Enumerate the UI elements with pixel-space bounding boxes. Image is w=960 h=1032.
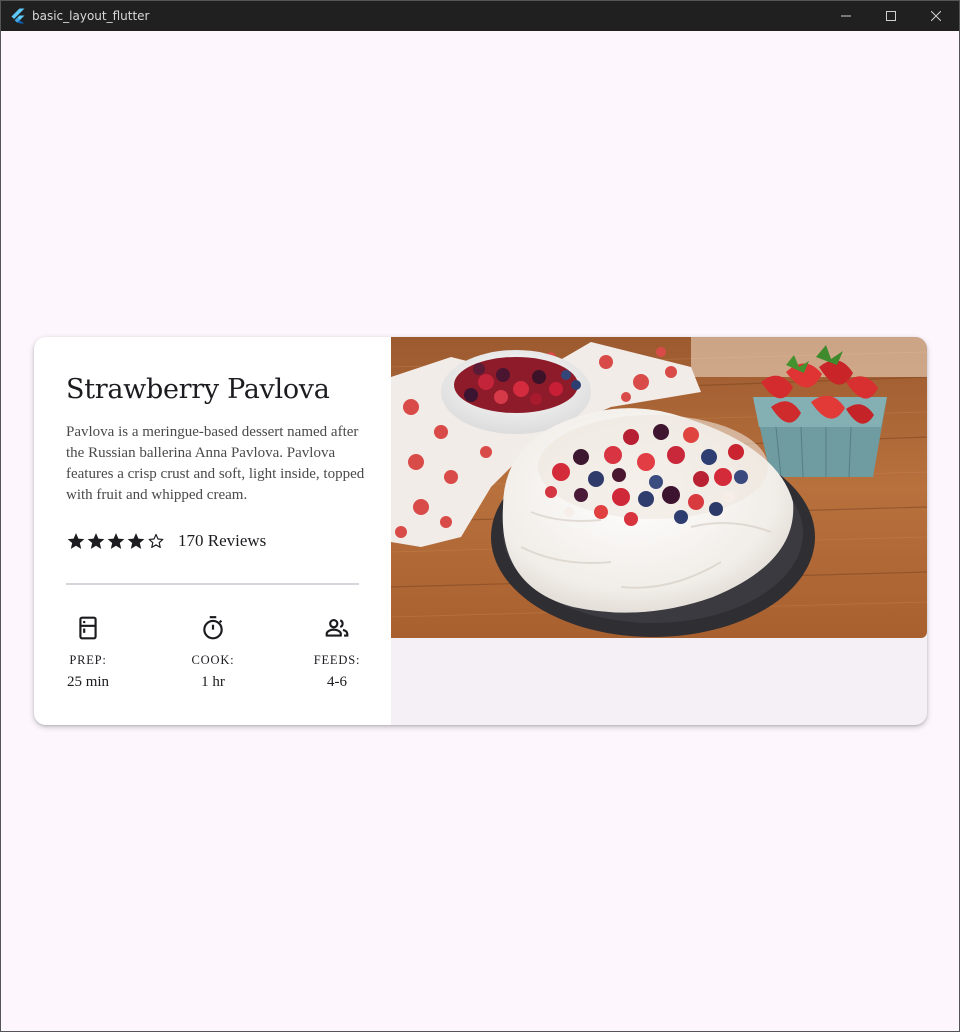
stat-prep: PREP: 25 min [48,615,128,691]
stat-label: PREP: [69,653,107,667]
stat-label: COOK: [191,653,235,667]
app-window: basic_layout_flutter Strawberry Pavlova … [0,0,960,1032]
stat-feeds: FEEDS: 4-6 [297,615,377,691]
stat-value: 4-6 [327,674,347,690]
stat-label: FEEDS: [313,653,361,667]
stat-value: 1 hr [201,674,225,690]
reviews-count: 170 Reviews [178,531,267,550]
rating-row: 170 Reviews [66,529,266,553]
minimize-button[interactable] [823,1,869,31]
minimize-icon [841,15,851,17]
timer-icon [203,616,223,640]
close-button[interactable] [913,1,959,31]
recipe-card: Strawberry Pavlova Pavlova is a meringue… [34,337,927,725]
people-icon [325,619,349,637]
flutter-logo-icon [11,8,25,24]
kitchen-icon [79,616,97,640]
recipe-info-panel: Strawberry Pavlova Pavlova is a meringue… [34,337,391,725]
recipe-photo [391,337,927,638]
stat-value: 25 min [66,674,110,690]
star-filled-icon [67,533,85,549]
star-filled-icon [87,533,105,549]
close-icon [931,11,941,21]
stat-cook: COOK: 1 hr [173,615,253,691]
star-outline-icon [148,533,164,548]
recipe-title: Strawberry Pavlova [66,374,330,405]
pavlova-image [391,337,927,638]
star-filled-icon [107,533,125,549]
star-filled-icon [127,533,145,549]
maximize-button[interactable] [868,1,914,31]
title-bar[interactable]: basic_layout_flutter [1,1,959,31]
maximize-icon [886,11,896,21]
recipe-description: Pavlova is a meringue-based dessert name… [66,424,365,503]
window-title: basic_layout_flutter [32,9,150,23]
divider [66,583,359,585]
app-content: Strawberry Pavlova Pavlova is a meringue… [1,31,959,1031]
